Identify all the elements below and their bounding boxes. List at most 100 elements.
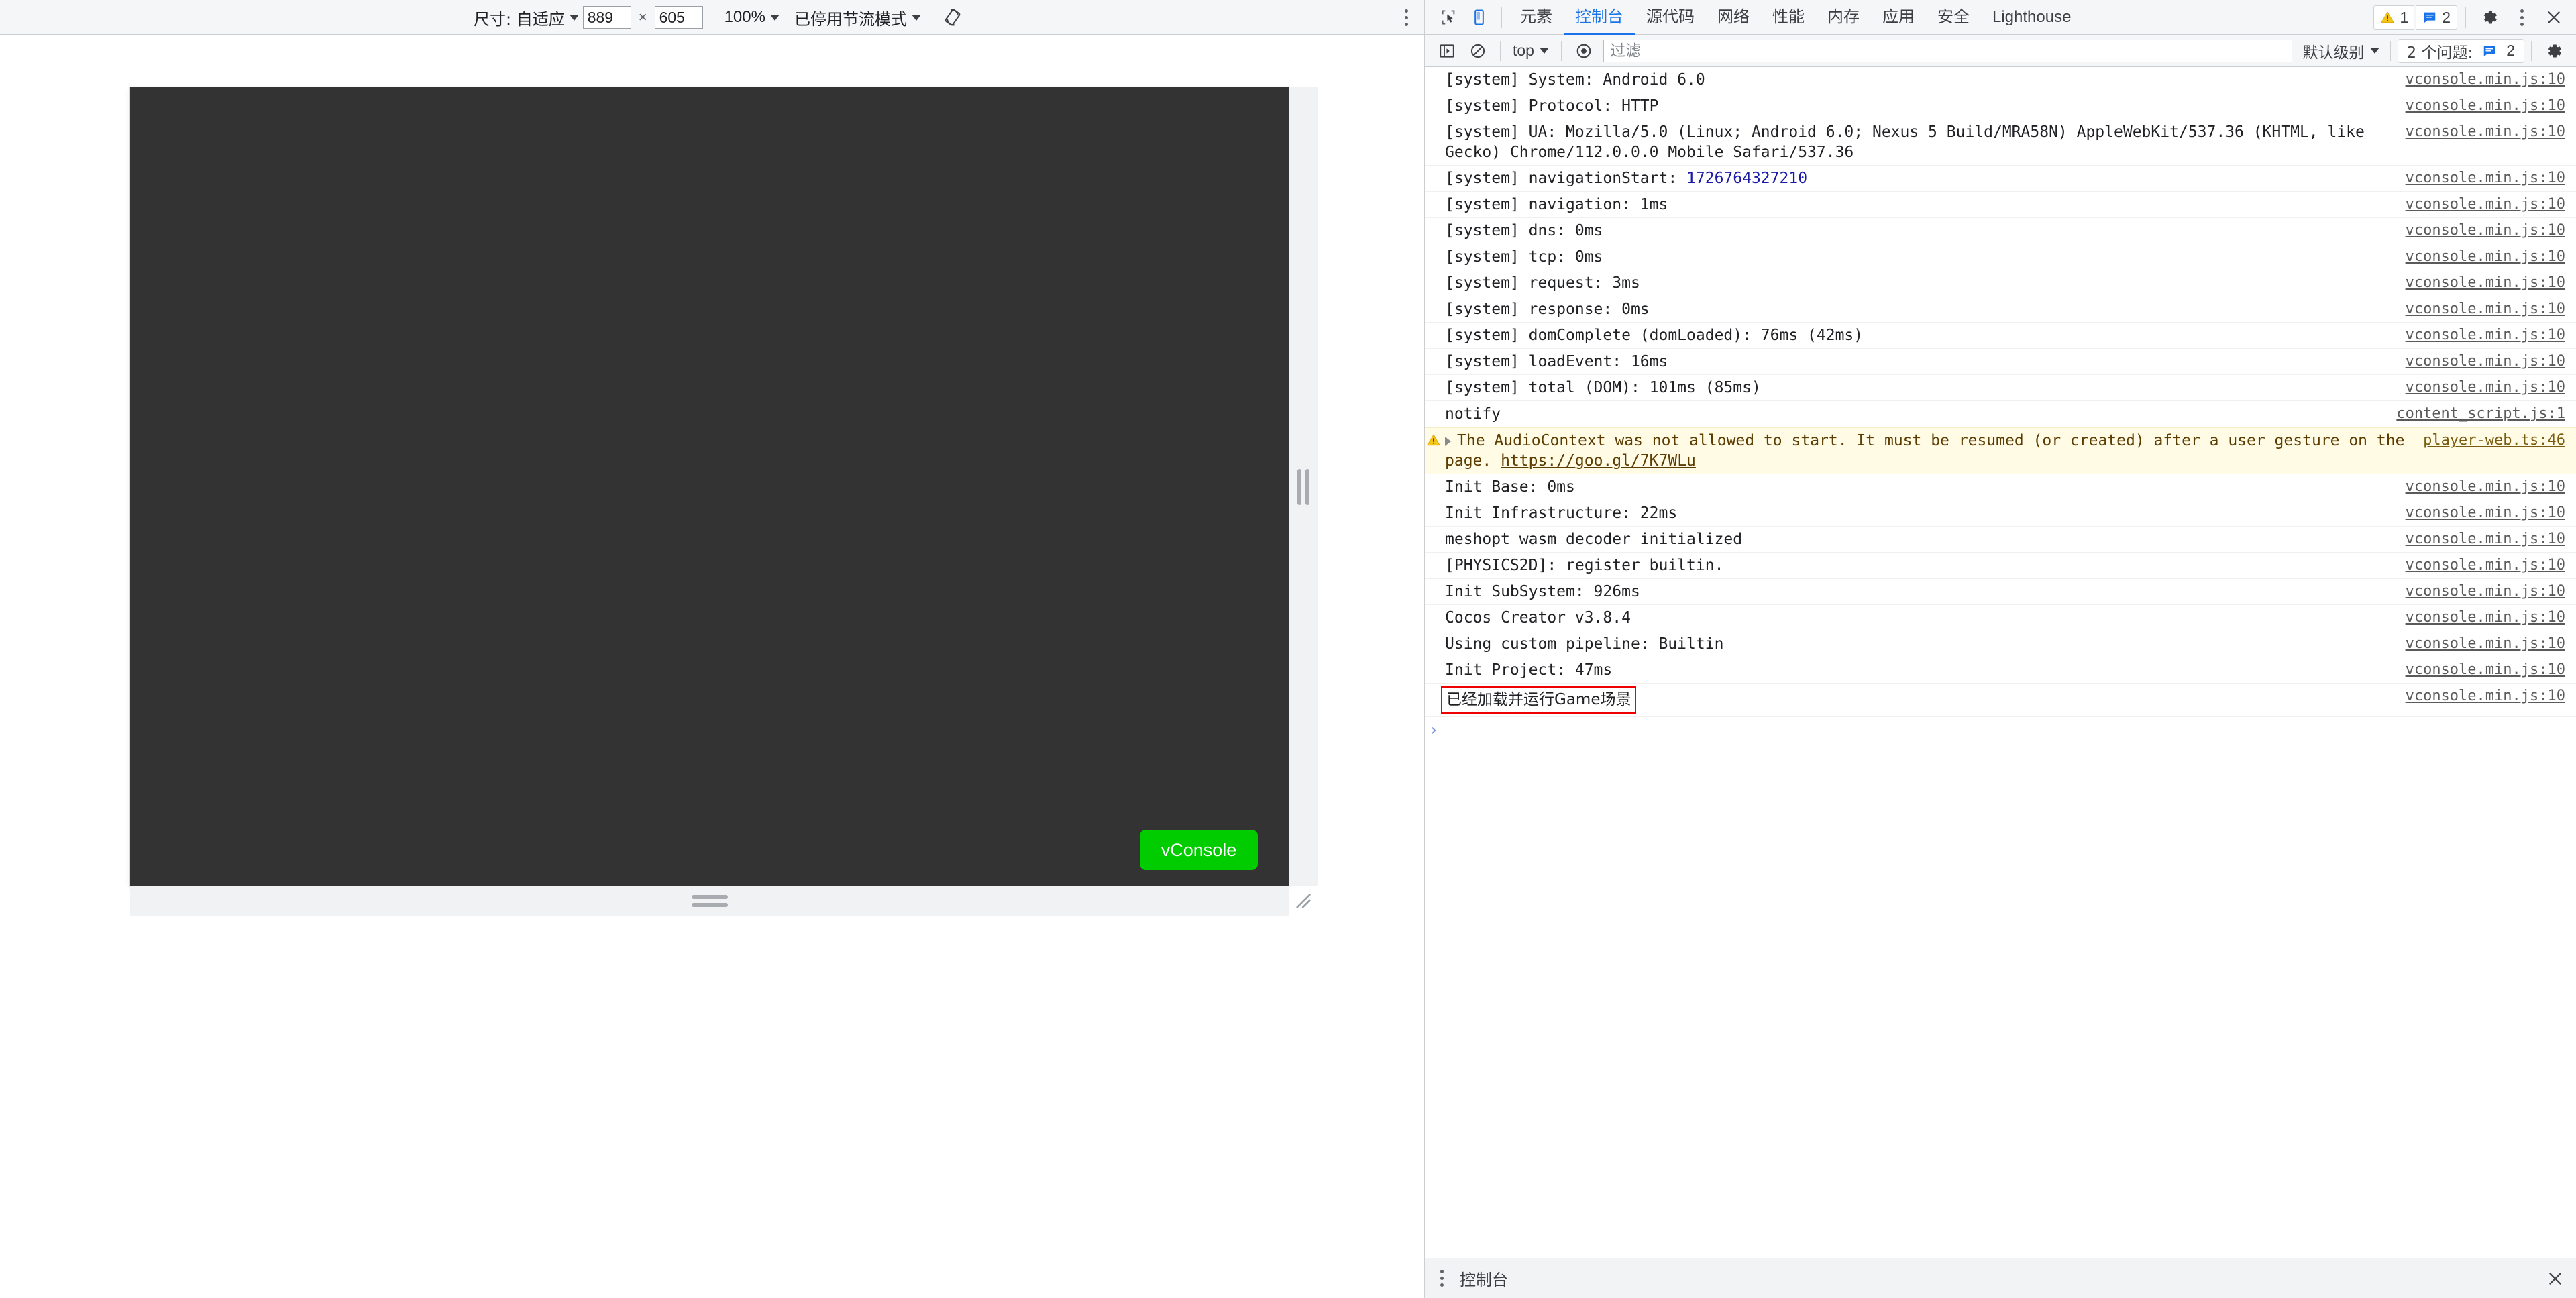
zoom-dropdown[interactable]: 100% bbox=[720, 6, 784, 29]
expand-arrow-icon[interactable] bbox=[1445, 436, 1451, 446]
devtools-drawer: 控制台 bbox=[1425, 1258, 2576, 1298]
devtools-tabbar: 元素 控制台 源代码 网络 性能 内存 应用 安全 Lighthouse 1 2 bbox=[1425, 0, 2576, 35]
inspect-element-icon[interactable] bbox=[1435, 4, 1462, 31]
console-sidebar-icon[interactable] bbox=[1434, 38, 1460, 64]
devtools-more-button[interactable] bbox=[2508, 4, 2535, 31]
drawer-more-options-icon[interactable] bbox=[1434, 1268, 1449, 1289]
device-size-dropdown[interactable]: 尺寸: 自适应 bbox=[470, 4, 583, 32]
message-gutter bbox=[1425, 477, 1442, 479]
console-message-row[interactable]: [system] navigationStart: 1726764327210 v… bbox=[1425, 166, 2576, 192]
console-message-source-link[interactable]: vconsole.min.js:10 bbox=[2406, 168, 2576, 188]
tab-lighthouse[interactable]: Lighthouse bbox=[1981, 0, 2082, 35]
tab-application[interactable]: 应用 bbox=[1871, 0, 1926, 35]
console-message-row[interactable]: Using custom pipeline: Builtin vconsole.m… bbox=[1425, 631, 2576, 657]
console-message-source-link[interactable]: content_script.js:1 bbox=[2396, 404, 2576, 424]
viewport-height-resize-handle[interactable] bbox=[130, 886, 1289, 916]
console-filter-input[interactable] bbox=[1603, 39, 2292, 62]
console-prompt[interactable]: › bbox=[1425, 717, 2576, 742]
console-level-selector[interactable]: 默认级别 bbox=[2299, 38, 2383, 64]
console-message-source-link[interactable]: vconsole.min.js:10 bbox=[2406, 582, 2576, 602]
viewport-corner-resize-handle[interactable] bbox=[1289, 886, 1318, 916]
console-message-row[interactable]: [system] response: 0ms vconsole.min.js:10 bbox=[1425, 296, 2576, 323]
console-message-row[interactable]: The AudioContext was not allowed to star… bbox=[1425, 427, 2576, 474]
console-message-source-link[interactable]: vconsole.min.js:10 bbox=[2406, 634, 2576, 654]
tab-console[interactable]: 控制台 bbox=[1564, 0, 1635, 35]
warning-count-badge[interactable]: 1 bbox=[2373, 5, 2415, 30]
live-expression-icon[interactable] bbox=[1570, 38, 1597, 64]
console-message-source-link[interactable]: vconsole.min.js:10 bbox=[2406, 195, 2576, 215]
console-message-row[interactable]: [system] UA: Mozilla/5.0 (Linux; Android… bbox=[1425, 119, 2576, 166]
console-message-source-link[interactable]: player-web.ts:46 bbox=[2422, 431, 2576, 451]
console-message-source-link[interactable]: vconsole.min.js:10 bbox=[2406, 351, 2576, 372]
close-icon bbox=[2548, 11, 2560, 23]
device-toolbar-icon[interactable] bbox=[1466, 4, 1493, 31]
issue-count-badge[interactable]: 2 bbox=[2416, 5, 2457, 30]
emulated-page-screen[interactable]: vConsole bbox=[130, 87, 1289, 886]
device-toolbar-more-button[interactable] bbox=[1399, 0, 1413, 35]
console-message-source-link[interactable]: vconsole.min.js:10 bbox=[2406, 221, 2576, 241]
console-message-source-link[interactable]: vconsole.min.js:10 bbox=[2406, 70, 2576, 90]
console-message-row[interactable]: Cocos Creator v3.8.4 vconsole.min.js:10 bbox=[1425, 605, 2576, 631]
rotate-device-icon[interactable] bbox=[941, 6, 964, 29]
console-message-source-link[interactable]: vconsole.min.js:10 bbox=[2406, 299, 2576, 319]
console-message-source-link[interactable]: vconsole.min.js:10 bbox=[2406, 608, 2576, 628]
console-message-row[interactable]: [system] total (DOM): 101ms (85ms) vconso… bbox=[1425, 375, 2576, 401]
console-message-row[interactable]: [system] request: 3ms vconsole.min.js:10 bbox=[1425, 270, 2576, 296]
console-message-source-link[interactable]: vconsole.min.js:10 bbox=[2406, 96, 2576, 116]
console-message-list[interactable]: [system] System: Android 6.0 vconsole.min… bbox=[1425, 67, 2576, 1258]
issues-summary-badge[interactable]: 2 个问题: 2 bbox=[2397, 38, 2524, 63]
console-message-row[interactable]: Init Infrastructure: 22ms vconsole.min.js… bbox=[1425, 500, 2576, 527]
device-emulation-viewport-area: vConsole bbox=[0, 35, 1424, 1298]
tab-sources[interactable]: 源代码 bbox=[1635, 0, 1706, 35]
console-message-row[interactable]: [system] navigation: 1ms vconsole.min.js:… bbox=[1425, 192, 2576, 218]
console-message-source-link[interactable]: vconsole.min.js:10 bbox=[2406, 378, 2576, 398]
console-message-source-link[interactable]: vconsole.min.js:10 bbox=[2406, 686, 2576, 706]
console-message-source-link[interactable]: vconsole.min.js:10 bbox=[2406, 273, 2576, 293]
console-message-row[interactable]: [system] tcp: 0ms vconsole.min.js:10 bbox=[1425, 244, 2576, 270]
console-message-row[interactable]: meshopt wasm decoder initialized vconsole… bbox=[1425, 527, 2576, 553]
tab-elements[interactable]: 元素 bbox=[1509, 0, 1564, 35]
vconsole-button[interactable]: vConsole bbox=[1140, 830, 1258, 870]
drawer-close-button[interactable] bbox=[2546, 1258, 2564, 1298]
console-message-source-link[interactable]: vconsole.min.js:10 bbox=[2406, 503, 2576, 523]
issue-count: 2 bbox=[2442, 8, 2451, 26]
tab-memory[interactable]: 内存 bbox=[1816, 0, 1871, 35]
console-message-row[interactable]: Init Project: 47ms vconsole.min.js:10 bbox=[1425, 657, 2576, 684]
console-message-row[interactable]: [system] loadEvent: 16ms vconsole.min.js:… bbox=[1425, 349, 2576, 375]
console-message-source-link[interactable]: vconsole.min.js:10 bbox=[2406, 529, 2576, 549]
console-message-source-link[interactable]: vconsole.min.js:10 bbox=[2406, 325, 2576, 345]
devtools-panel: 元素 控制台 源代码 网络 性能 内存 应用 安全 Lighthouse 1 2… bbox=[1425, 0, 2576, 1298]
console-message-row[interactable]: Init Base: 0ms vconsole.min.js:10 bbox=[1425, 474, 2576, 500]
console-message-row[interactable]: 已经加载并运行Game场景 vconsole.min.js:10 bbox=[1425, 684, 2576, 717]
throttling-dropdown[interactable]: 已停用节流模式 bbox=[790, 4, 925, 32]
console-message-source-link[interactable]: vconsole.min.js:10 bbox=[2406, 555, 2576, 576]
gear-icon[interactable] bbox=[2476, 4, 2503, 31]
console-message-row[interactable]: notify content_script.js:1 bbox=[1425, 401, 2576, 427]
close-devtools-button[interactable] bbox=[2540, 4, 2567, 31]
tab-security[interactable]: 安全 bbox=[1926, 0, 1981, 35]
console-message-row[interactable]: [system] dns: 0ms vconsole.min.js:10 bbox=[1425, 218, 2576, 244]
message-gutter bbox=[1425, 555, 1442, 557]
message-link[interactable]: https://goo.gl/7K7WLu bbox=[1501, 452, 1696, 470]
clear-console-icon[interactable] bbox=[1464, 38, 1491, 64]
tab-performance[interactable]: 性能 bbox=[1761, 0, 1816, 35]
viewport-height-input[interactable] bbox=[654, 6, 703, 29]
console-message-source-link[interactable]: vconsole.min.js:10 bbox=[2406, 477, 2576, 497]
console-message-source-link[interactable]: vconsole.min.js:10 bbox=[2406, 660, 2576, 680]
console-message-row[interactable]: [PHYSICS2D]: register builtin. vconsole.m… bbox=[1425, 553, 2576, 579]
console-message-row[interactable]: Init SubSystem: 926ms vconsole.min.js:10 bbox=[1425, 579, 2576, 605]
message-gutter bbox=[1425, 325, 1442, 327]
console-message-source-link[interactable]: vconsole.min.js:10 bbox=[2406, 122, 2576, 142]
execution-context-selector[interactable]: top bbox=[1507, 40, 1554, 61]
tab-network[interactable]: 网络 bbox=[1706, 0, 1761, 35]
console-message-text: notify bbox=[1445, 405, 1501, 423]
console-message-row[interactable]: [system] Protocol: HTTP vconsole.min.js:1… bbox=[1425, 93, 2576, 119]
viewport-width-resize-handle[interactable] bbox=[1289, 87, 1318, 886]
viewport-width-input[interactable] bbox=[582, 6, 631, 29]
drawer-tab-console[interactable]: 控制台 bbox=[1460, 1266, 1508, 1290]
console-settings-gear-icon[interactable] bbox=[2540, 38, 2567, 64]
console-message-row[interactable]: [system] System: Android 6.0 vconsole.min… bbox=[1425, 67, 2576, 93]
console-message-source-link[interactable]: vconsole.min.js:10 bbox=[2406, 247, 2576, 267]
message-gutter bbox=[1425, 122, 1442, 124]
console-message-row[interactable]: [system] domComplete (domLoaded): 76ms (… bbox=[1425, 323, 2576, 349]
